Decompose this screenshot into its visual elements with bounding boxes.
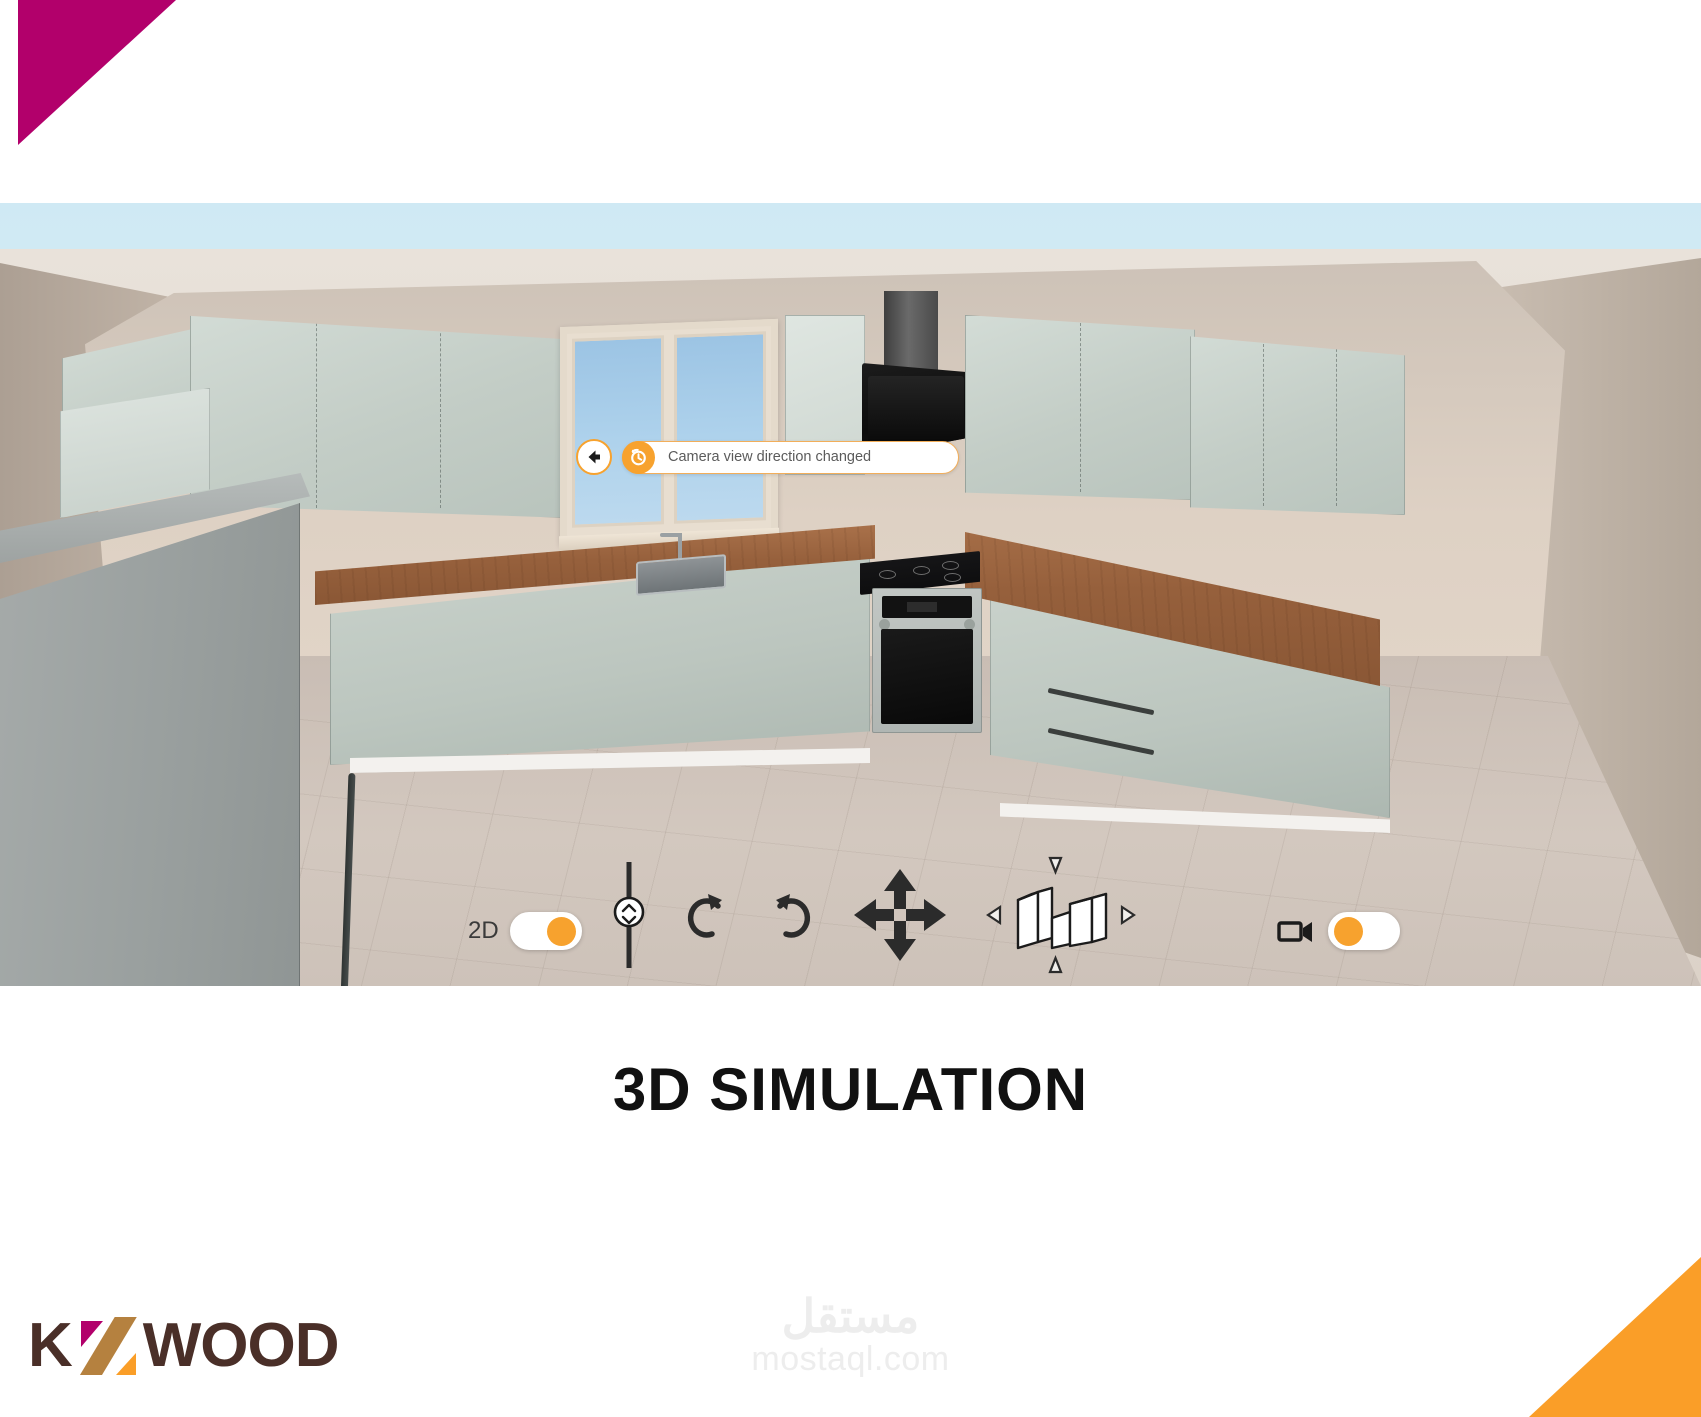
watermark: مستقل mostaql.com (0, 1289, 1701, 1379)
mode-toggle-label: 2D (468, 917, 499, 944)
drawer-handle[interactable] (1047, 727, 1155, 756)
window-pane-right (674, 331, 766, 524)
pan-tool[interactable] (852, 867, 948, 963)
drawer-handle[interactable] (1047, 687, 1155, 715)
oven-door[interactable] (880, 629, 974, 724)
cooktop-burner (944, 573, 961, 582)
page-title: 3D SIMULATION (612, 1056, 1089, 1123)
cooktop-burner (879, 570, 897, 580)
cabinet-seam (1335, 336, 1337, 507)
window-pane-left (572, 335, 664, 528)
cooktop-burner (912, 565, 930, 575)
notification-pill[interactable]: Camera view direction changed (622, 440, 959, 474)
oven-control-panel (881, 596, 973, 618)
camera-toggle-switch[interactable] (1328, 912, 1400, 950)
cabinet-seam (1263, 336, 1265, 507)
range-hood-glass (867, 376, 965, 443)
kitchen-window[interactable] (559, 318, 779, 553)
back-button[interactable] (576, 439, 612, 475)
camera-tools-group (612, 856, 1136, 974)
cabinet-seam (440, 315, 442, 509)
rotate-right-tool[interactable] (768, 886, 814, 944)
notification-message: Camera view direction changed (668, 449, 872, 465)
notification-bar: Camera view direction changed (576, 439, 959, 475)
undo-clock-icon (622, 440, 655, 474)
oven-display (907, 602, 938, 612)
cooktop-burner (941, 560, 959, 570)
cabinet-seam (315, 315, 317, 509)
watermark-url: mostaql.com (751, 1340, 950, 1378)
mode-toggle-group: 2D (468, 912, 582, 950)
camera-toggle-group (1277, 912, 1400, 950)
toggle-knob (1334, 917, 1363, 946)
upper-cabinet-right-1[interactable] (965, 315, 1195, 500)
toggle-knob (546, 917, 576, 946)
rotate-left-tool[interactable] (684, 886, 730, 944)
video-camera-icon (1277, 917, 1315, 945)
watermark-arabic: مستقل (781, 1289, 920, 1342)
height-slider[interactable] (612, 862, 646, 968)
mode-toggle-switch[interactable] (509, 912, 582, 950)
cabinet-seam (1080, 323, 1081, 492)
3d-kitchen-viewport[interactable]: Camera view direction changed 2D (0, 203, 1701, 986)
arrow-left-icon (584, 447, 604, 467)
corner-triangle-top-left (18, 0, 176, 145)
built-in-oven[interactable] (872, 588, 982, 733)
perspective-tool[interactable] (986, 856, 1136, 974)
upper-cabinet-right-2[interactable] (1190, 336, 1405, 515)
